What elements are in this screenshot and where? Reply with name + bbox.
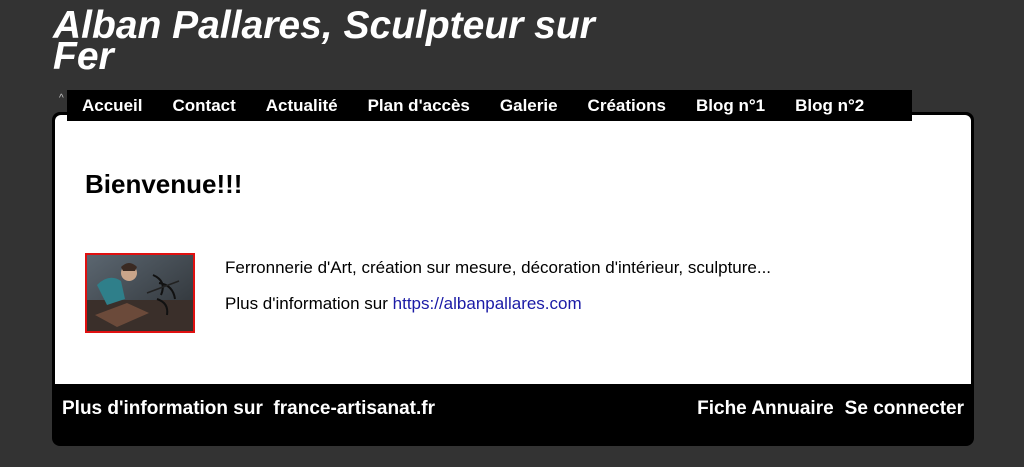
site-title: Alban Pallares, Sculpteur sur Fer: [53, 4, 595, 78]
main-nav: Accueil Contact Actualité Plan d'accès G…: [67, 90, 912, 121]
fiche-annuaire-link[interactable]: Fiche Annuaire: [697, 398, 834, 420]
nav-caret-icon: ^: [59, 93, 64, 104]
footer-info-text[interactable]: Plus d'information sur france-artisanat.…: [62, 398, 435, 420]
sculptor-photo-image: [87, 255, 193, 331]
nav-item-creations[interactable]: Créations: [573, 96, 681, 116]
footer-links: Fiche Annuaire Se connecter: [697, 398, 964, 420]
content-area: Bienvenue!!! Ferronnerie d'Art, création…: [55, 115, 971, 384]
nav-item-galerie[interactable]: Galerie: [485, 96, 573, 116]
nav-item-blog-1[interactable]: Blog n°1: [681, 96, 780, 116]
welcome-heading: Bienvenue!!!: [85, 169, 243, 199]
login-link[interactable]: Se connecter: [845, 398, 964, 420]
description-text: Ferronnerie d'Art, création sur mesure, …: [225, 258, 772, 277]
sculptor-photo[interactable]: [85, 253, 195, 333]
content-panel: Bienvenue!!! Ferronnerie d'Art, création…: [52, 112, 974, 446]
nav-item-contact[interactable]: Contact: [157, 96, 250, 116]
nav-item-blog-2[interactable]: Blog n°2: [780, 96, 879, 116]
more-info-line: Plus d'information sur https://albanpall…: [225, 294, 582, 314]
nav-item-actualite[interactable]: Actualité: [251, 96, 353, 116]
nav-item-plan-acces[interactable]: Plan d'accès: [353, 96, 485, 116]
more-info-prefix: Plus d'information sur: [225, 294, 393, 313]
website-link[interactable]: https://albanpallares.com: [393, 294, 582, 313]
nav-item-accueil[interactable]: Accueil: [67, 96, 157, 116]
